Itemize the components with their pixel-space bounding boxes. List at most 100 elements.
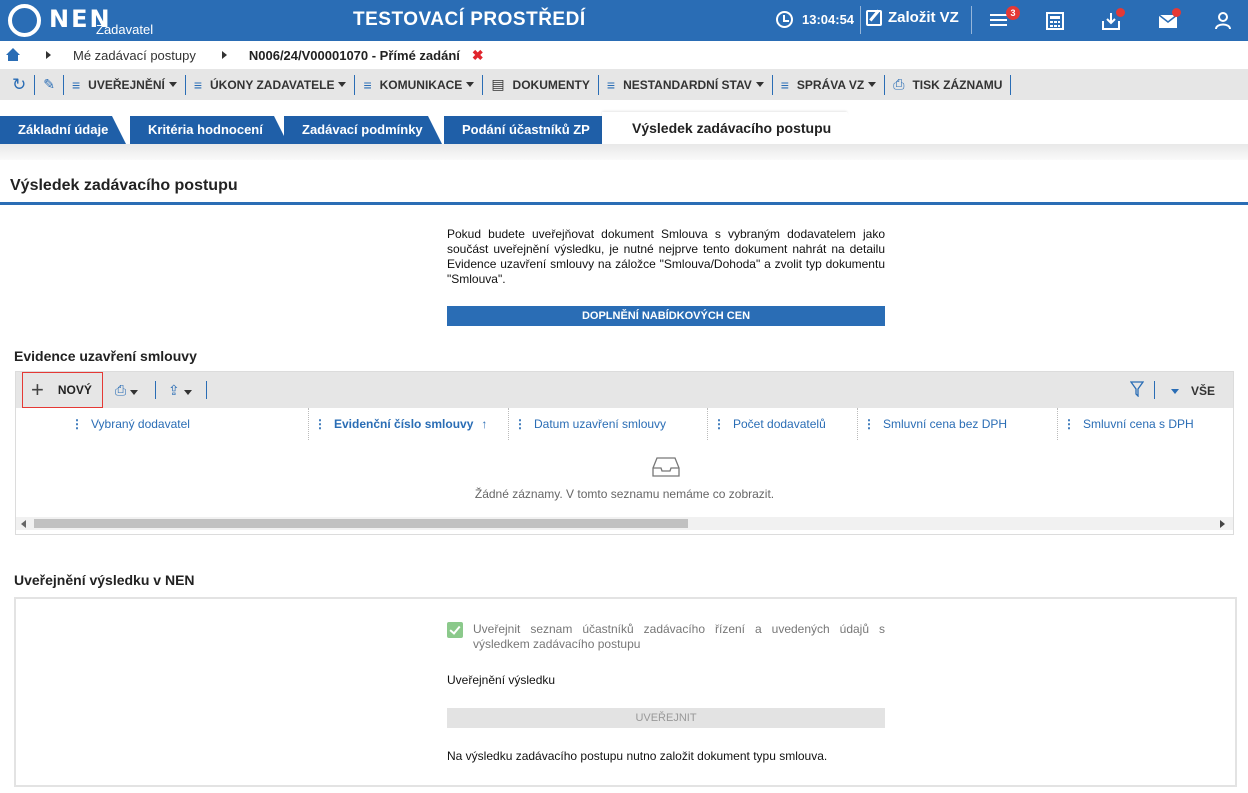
menu-uverejneni[interactable]: ≡ UVEŘEJNĚNÍ	[64, 74, 186, 95]
filter-icon[interactable]	[1130, 381, 1144, 397]
toolbar-separator	[1154, 381, 1155, 399]
scrollbar-thumb[interactable]	[34, 519, 688, 528]
publish-participants-checkbox[interactable]	[447, 622, 463, 638]
column-header-contract-number[interactable]: ⋮ Evidenční číslo smlouvy ↑	[314, 408, 487, 440]
grid-header: ⋮ Vybraný dodavatel ⋮ Evidenční číslo smlo…	[16, 408, 1233, 440]
clock-icon	[776, 11, 793, 28]
menu-sprava-label: SPRÁVA VZ	[796, 77, 865, 92]
list-icon: ≡	[606, 76, 616, 93]
menu-tisk-label: TISK ZÁZNAMU	[912, 77, 1003, 92]
breadcrumb: Mé zadávací postupy N006/24/V00001070 - …	[0, 41, 1248, 69]
tab-kriteria[interactable]: Kritéria hodnocení	[130, 116, 288, 144]
logo-subtitle: Zadavatel	[96, 22, 154, 37]
menu-tisk[interactable]: ⎙ TISK ZÁZNAMU	[885, 74, 1012, 95]
contract-grid: + NOVÝ ⎙ ⇪ VŠE ⋮ Vybraný dodavatel ⋮ Evide…	[15, 371, 1234, 535]
menu-nestandardni-label: NESTANDARDNÍ STAV	[623, 77, 752, 92]
grid-toolbar: + NOVÝ ⎙ ⇪ VŠE	[16, 372, 1233, 408]
refresh-icon: ↻	[12, 74, 27, 94]
menu-nestandardni[interactable]: ≡ NESTANDARDNÍ STAV	[599, 74, 773, 95]
print-icon: ⎙	[893, 76, 905, 92]
breadcrumb-current: N006/24/V00001070 - Přímé zadání	[248, 47, 460, 63]
menu-uverejneni-label: UVEŘEJNĚNÍ	[88, 77, 165, 92]
tab-zakladni-udaje[interactable]: Základní údaje	[0, 116, 126, 144]
inbox-alert-dot	[1116, 8, 1125, 17]
top-header: NEN Zadavatel TESTOVACÍ PROSTŘEDÍ 13:04:…	[0, 0, 1248, 41]
export-icon[interactable]: ⇪	[168, 382, 192, 399]
empty-inbox-icon	[652, 457, 680, 477]
list-icon: ≡	[193, 76, 203, 93]
breadcrumb-arrow-icon	[221, 51, 227, 59]
scroll-right-icon[interactable]	[1220, 520, 1225, 528]
page-title: Výsledek zadávacího postupu	[10, 177, 238, 194]
list-icon: ≡	[71, 76, 81, 93]
info-message: Pokud budete uveřejňovat dokument Smlouv…	[447, 227, 885, 286]
menu-ukony-label: ÚKONY ZADAVATELE	[210, 77, 335, 92]
publication-note: Na výsledku zadávacího postupu nutno zal…	[447, 749, 828, 763]
print-icon[interactable]: ⎙	[115, 382, 139, 399]
menu-dokumenty-label: DOKUMENTY	[512, 77, 590, 92]
horizontal-scrollbar[interactable]	[16, 517, 1233, 530]
edit-icon	[866, 9, 882, 26]
chevron-down-icon	[868, 82, 877, 87]
environment-title: TESTOVACÍ PROSTŘEDÍ	[353, 9, 586, 30]
menu-komunikace-label: KOMUNIKACE	[379, 77, 463, 92]
plus-icon: +	[31, 377, 44, 402]
tab-vysledek[interactable]: Výsledek zadávacího postupu	[602, 112, 869, 144]
chevron-down-icon	[755, 82, 764, 87]
edit-button[interactable]: ✎	[35, 74, 64, 95]
new-vz-label: Založit VZ	[888, 9, 959, 26]
result-publication-label: Uveřejnění výsledku	[447, 673, 556, 687]
list-icon: ≡	[780, 76, 789, 93]
column-separator	[308, 408, 309, 440]
column-header-date[interactable]: ⋮ Datum uzavření smlouvy	[514, 408, 666, 440]
breadcrumb-arrow-icon	[46, 51, 51, 59]
scroll-left-icon[interactable]	[21, 520, 26, 528]
tab-podani[interactable]: Podání účastníků ZP	[444, 116, 624, 144]
chevron-down-icon	[338, 82, 347, 87]
tab-zadavaci-podminky[interactable]: Zadávací podmínky	[284, 116, 442, 144]
new-record-label: NOVÝ	[57, 383, 92, 397]
publish-button[interactable]: UVEŘEJNIT	[447, 708, 885, 728]
chevron-down-icon	[1171, 388, 1179, 394]
new-vz-button[interactable]: Založit VZ	[866, 9, 959, 26]
new-record-button[interactable]: + NOVÝ	[22, 372, 103, 408]
document-icon: ▤	[491, 76, 505, 92]
header-divider	[971, 6, 972, 34]
menu-sprava[interactable]: ≡ SPRÁVA VZ	[773, 74, 886, 95]
toolbar-separator	[206, 381, 207, 399]
menu-ukony[interactable]: ≡ ÚKONY ZADAVATELE	[186, 74, 356, 95]
tab-bar: Základní údaje Kritéria hodnocení Zadáva…	[0, 100, 1248, 150]
user-icon[interactable]	[1212, 10, 1234, 32]
column-separator	[508, 408, 509, 440]
tab-content-shadow	[0, 144, 1248, 160]
toolbar-separator	[155, 381, 156, 399]
column-header-supplier[interactable]: ⋮ Vybraný dodavatel	[71, 408, 190, 440]
home-icon[interactable]	[6, 48, 20, 62]
chevron-down-icon	[168, 82, 177, 87]
breadcrumb-my-procedures[interactable]: Mé zadávací postupy	[73, 48, 196, 63]
column-header-price-with-vat[interactable]: ⋮ Smluvní cena s DPH	[1063, 408, 1194, 440]
filter-all-label: VŠE	[1191, 384, 1216, 398]
fill-prices-button[interactable]: DOPLNĚNÍ NABÍDKOVÝCH CEN	[447, 306, 885, 326]
column-separator	[707, 408, 708, 440]
header-divider	[860, 6, 861, 34]
filter-all-dropdown[interactable]: VŠE	[1171, 384, 1215, 398]
pencil-icon: ✎	[43, 76, 55, 92]
notification-badge: 3	[1006, 6, 1020, 20]
chevron-down-icon	[466, 82, 475, 87]
title-underline	[0, 202, 1248, 205]
menu-dokumenty[interactable]: ▤ DOKUMENTY	[483, 74, 599, 95]
clock-time: 13:04:54	[802, 12, 855, 27]
column-header-price-without-vat[interactable]: ⋮ Smluvní cena bez DPH	[863, 408, 1007, 440]
calculator-icon[interactable]	[1044, 10, 1066, 32]
close-icon[interactable]: ✖	[472, 47, 484, 64]
mail-alert-dot	[1172, 8, 1181, 17]
contract-section-title: Evidence uzavření smlouvy	[14, 348, 197, 364]
refresh-button[interactable]: ↻	[0, 74, 36, 95]
column-separator	[1057, 408, 1058, 440]
action-toolbar: ↻ ✎ ≡ UVEŘEJNĚNÍ ≡ ÚKONY ZADAVATELE ≡ KO…	[0, 69, 1248, 100]
column-header-supplier-count[interactable]: ⋮ Počet dodavatelů	[713, 408, 826, 440]
sort-ascending-icon: ↑	[481, 417, 488, 431]
session-clock: 13:04:54	[776, 11, 854, 28]
menu-komunikace[interactable]: ≡ KOMUNIKACE	[355, 74, 484, 95]
